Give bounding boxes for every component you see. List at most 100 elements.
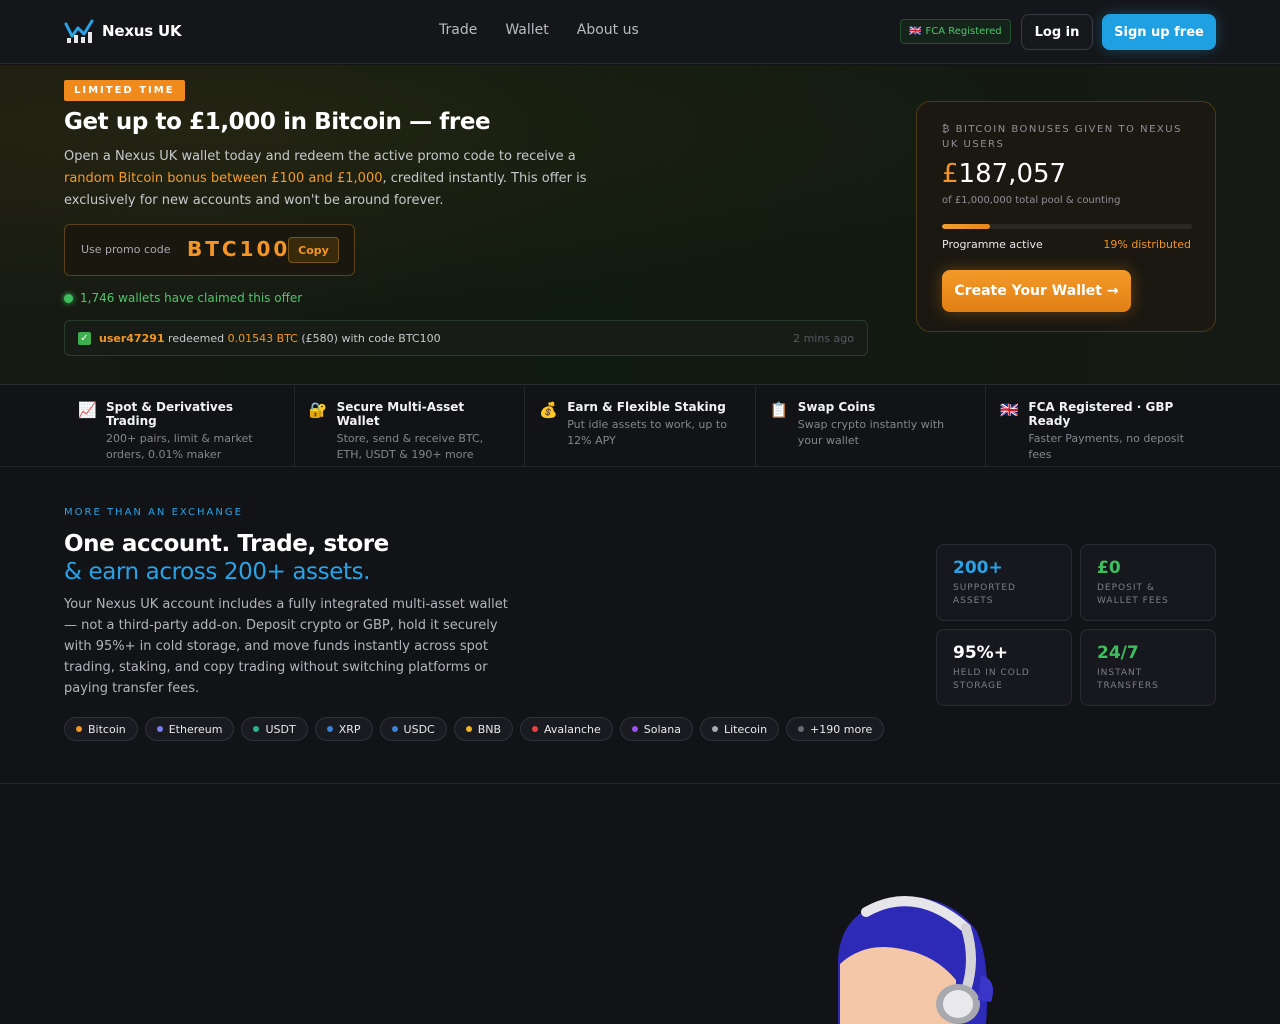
coin-dot-icon (156, 726, 163, 732)
asset-chip-label: Solana (643, 722, 681, 736)
login-button[interactable]: Log in (1021, 14, 1093, 50)
chart-icon: 📈 (78, 401, 97, 419)
coin-dot-icon (465, 726, 472, 732)
coin-dot-icon (326, 726, 333, 732)
asset-chip-label: Avalanche (544, 722, 601, 736)
tile-value: 95%+ (953, 643, 1008, 663)
tile-label: INSTANT TRANSFERS (1097, 668, 1159, 691)
uk-flag-icon: 🇬🇧 (1000, 401, 1020, 419)
asset-chip[interactable]: Avalanche (520, 717, 613, 741)
divider (0, 783, 1280, 784)
promo-code-box: Use promo code BTC100 Copy (64, 224, 355, 276)
coin-dot-icon (631, 726, 638, 732)
hero-description: Open a Nexus UK wallet today and redeem … (64, 146, 594, 212)
limited-time-badge: LIMITED TIME (64, 80, 185, 101)
stat-tile-assets: 200+ SUPPORTED ASSETS (936, 544, 1072, 621)
fca-registered-badge: 🇬🇧 FCA Registered (900, 19, 1011, 44)
nav-link-about[interactable]: About us (577, 22, 639, 38)
nav-link-trade[interactable]: Trade (439, 22, 477, 38)
programme-status: Programme active (942, 238, 1043, 251)
asset-chip[interactable]: USDC (379, 717, 447, 741)
coin-dot-icon (798, 726, 805, 732)
distribution-progress-bar (942, 224, 1192, 229)
features-strip: 📈 Spot & Derivatives Trading 200+ pairs,… (64, 386, 1216, 466)
section-title-line-2: & earn across 200+ assets. (64, 559, 371, 585)
coin-dot-icon (76, 726, 82, 732)
tile-value: 200+ (953, 558, 1003, 578)
asset-chip[interactable]: USDT (241, 717, 308, 741)
asset-chip-label: USDT (265, 722, 296, 736)
feature-fca: 🇬🇧 FCA Registered · GBP Ready Faster Pay… (986, 386, 1216, 466)
redeem-text: user47291 redeemed 0.01543 BTC (£580) wi… (99, 332, 441, 345)
hero-desc-part-1: Open a Nexus UK wallet today and redeem … (64, 149, 576, 164)
top-nav: Nexus UK Trade Wallet About us 🇬🇧 FCA Re… (0, 0, 1280, 64)
stat-tile-cold-storage: 95%+ HELD IN COLD STORAGE (936, 629, 1072, 706)
coin-dot-icon (532, 726, 539, 732)
feature-title: Secure Multi-Asset Wallet (336, 400, 465, 428)
support-agent-avatar (838, 896, 994, 1024)
asset-chip[interactable]: XRP (314, 717, 373, 741)
stats-amount: £187,057 (942, 159, 1066, 189)
tile-label: SUPPORTED ASSETS (953, 583, 1016, 606)
feature-desc: Faster Payments, no deposit fees (1028, 432, 1184, 461)
feature-title: Swap Coins (797, 400, 876, 414)
distributed-percent: 19% distributed (1103, 238, 1191, 251)
nav-link-wallet[interactable]: Wallet (505, 22, 548, 38)
feature-title: Spot & Derivatives Trading (106, 400, 234, 428)
asset-chip[interactable]: +190 more (786, 717, 885, 741)
lock-icon: 🔐 (308, 401, 328, 419)
hero-desc-highlight: random Bitcoin bonus between £100 and £1… (64, 171, 383, 186)
feature-desc: 200+ pairs, limit & market orders, 0.01%… (106, 432, 253, 461)
tile-label: HELD IN COLD STORAGE (953, 668, 1030, 691)
signup-button[interactable]: Sign up free (1102, 14, 1216, 50)
asset-chip-label: +190 more (810, 722, 873, 736)
stats-subtext: of £1,000,000 total pool & counting (942, 195, 1121, 206)
asset-chip[interactable]: Ethereum (144, 717, 235, 741)
stats-currency: £ (942, 159, 959, 189)
asset-chip[interactable]: Bitcoin (64, 717, 138, 741)
asset-chips: Bitcoin Ethereum USDT XRP USDC BNB Avalanche So… (64, 717, 885, 741)
asset-chip[interactable]: Litecoin (699, 717, 780, 741)
asset-chip-label: XRP (338, 722, 361, 736)
brand-logo[interactable]: Nexus UK (64, 18, 182, 44)
hero-title: Get up to £1,000 in Bitcoin — free (64, 109, 491, 135)
stats-amount-value: 187,057 (958, 159, 1067, 189)
feature-desc: Put idle assets to work, up to 12% APY (567, 418, 727, 447)
hero-section: LIMITED TIME Get up to £1,000 in Bitcoin… (0, 65, 1280, 385)
live-dot-icon (64, 293, 73, 303)
asset-chip[interactable]: BNB (453, 717, 514, 741)
redeem-ticker: ✓ user47291 redeemed 0.01543 BTC (£580) … (64, 320, 868, 356)
feature-staking: 💰 Earn & Flexible Staking Put idle asset… (525, 386, 756, 466)
nexus-logo-icon (64, 19, 94, 43)
coin-dot-icon (711, 726, 718, 732)
redeem-gbp: (£580) with code BTC100 (301, 332, 441, 345)
redeem-time: 2 mins ago (793, 332, 854, 345)
money-bag-icon: 💰 (539, 401, 558, 419)
redeem-user: user47291 (99, 332, 165, 345)
asset-chip-label: BNB (477, 722, 502, 736)
section-title: One account. Trade, store & earn across … (64, 530, 389, 586)
promo-code: BTC100 (187, 237, 291, 261)
section-title-line-1: One account. Trade, store (64, 531, 389, 557)
feature-wallet: 🔐 Secure Multi-Asset Wallet Store, send … (295, 386, 526, 466)
asset-chip[interactable]: Solana (619, 717, 693, 741)
promo-label: Use promo code (81, 243, 171, 256)
stat-tile-fees: £0 DEPOSIT & WALLET FEES (1080, 544, 1216, 621)
copy-code-button[interactable]: Copy (288, 237, 339, 263)
uk-flag-icon: 🇬🇧 (909, 26, 922, 37)
fca-badge-label: FCA Registered (925, 26, 1002, 37)
stats-caption: ₿ BITCOIN BONUSES GIVEN TO NEXUS UK USER… (942, 124, 1182, 150)
progress-fill (942, 224, 990, 229)
claimed-counter: 1,746 wallets have claimed this offer (64, 291, 302, 305)
section-description: Your Nexus UK account includes a fully i… (64, 597, 508, 696)
clipboard-icon: 📋 (769, 401, 789, 419)
create-wallet-button[interactable]: Create Your Wallet → (942, 270, 1131, 312)
brand-name: Nexus UK (102, 22, 182, 40)
nav-links: Trade Wallet About us (439, 22, 639, 38)
feature-title: Earn & Flexible Staking (567, 400, 726, 414)
feature-title: FCA Registered · GBP Ready (1028, 400, 1174, 428)
feature-swap: 📋 Swap Coins Swap crypto instantly with … (756, 386, 987, 466)
feature-trading: 📈 Spot & Derivatives Trading 200+ pairs,… (64, 386, 295, 466)
coin-dot-icon (253, 726, 260, 732)
redeem-action: redeemed (168, 332, 225, 345)
